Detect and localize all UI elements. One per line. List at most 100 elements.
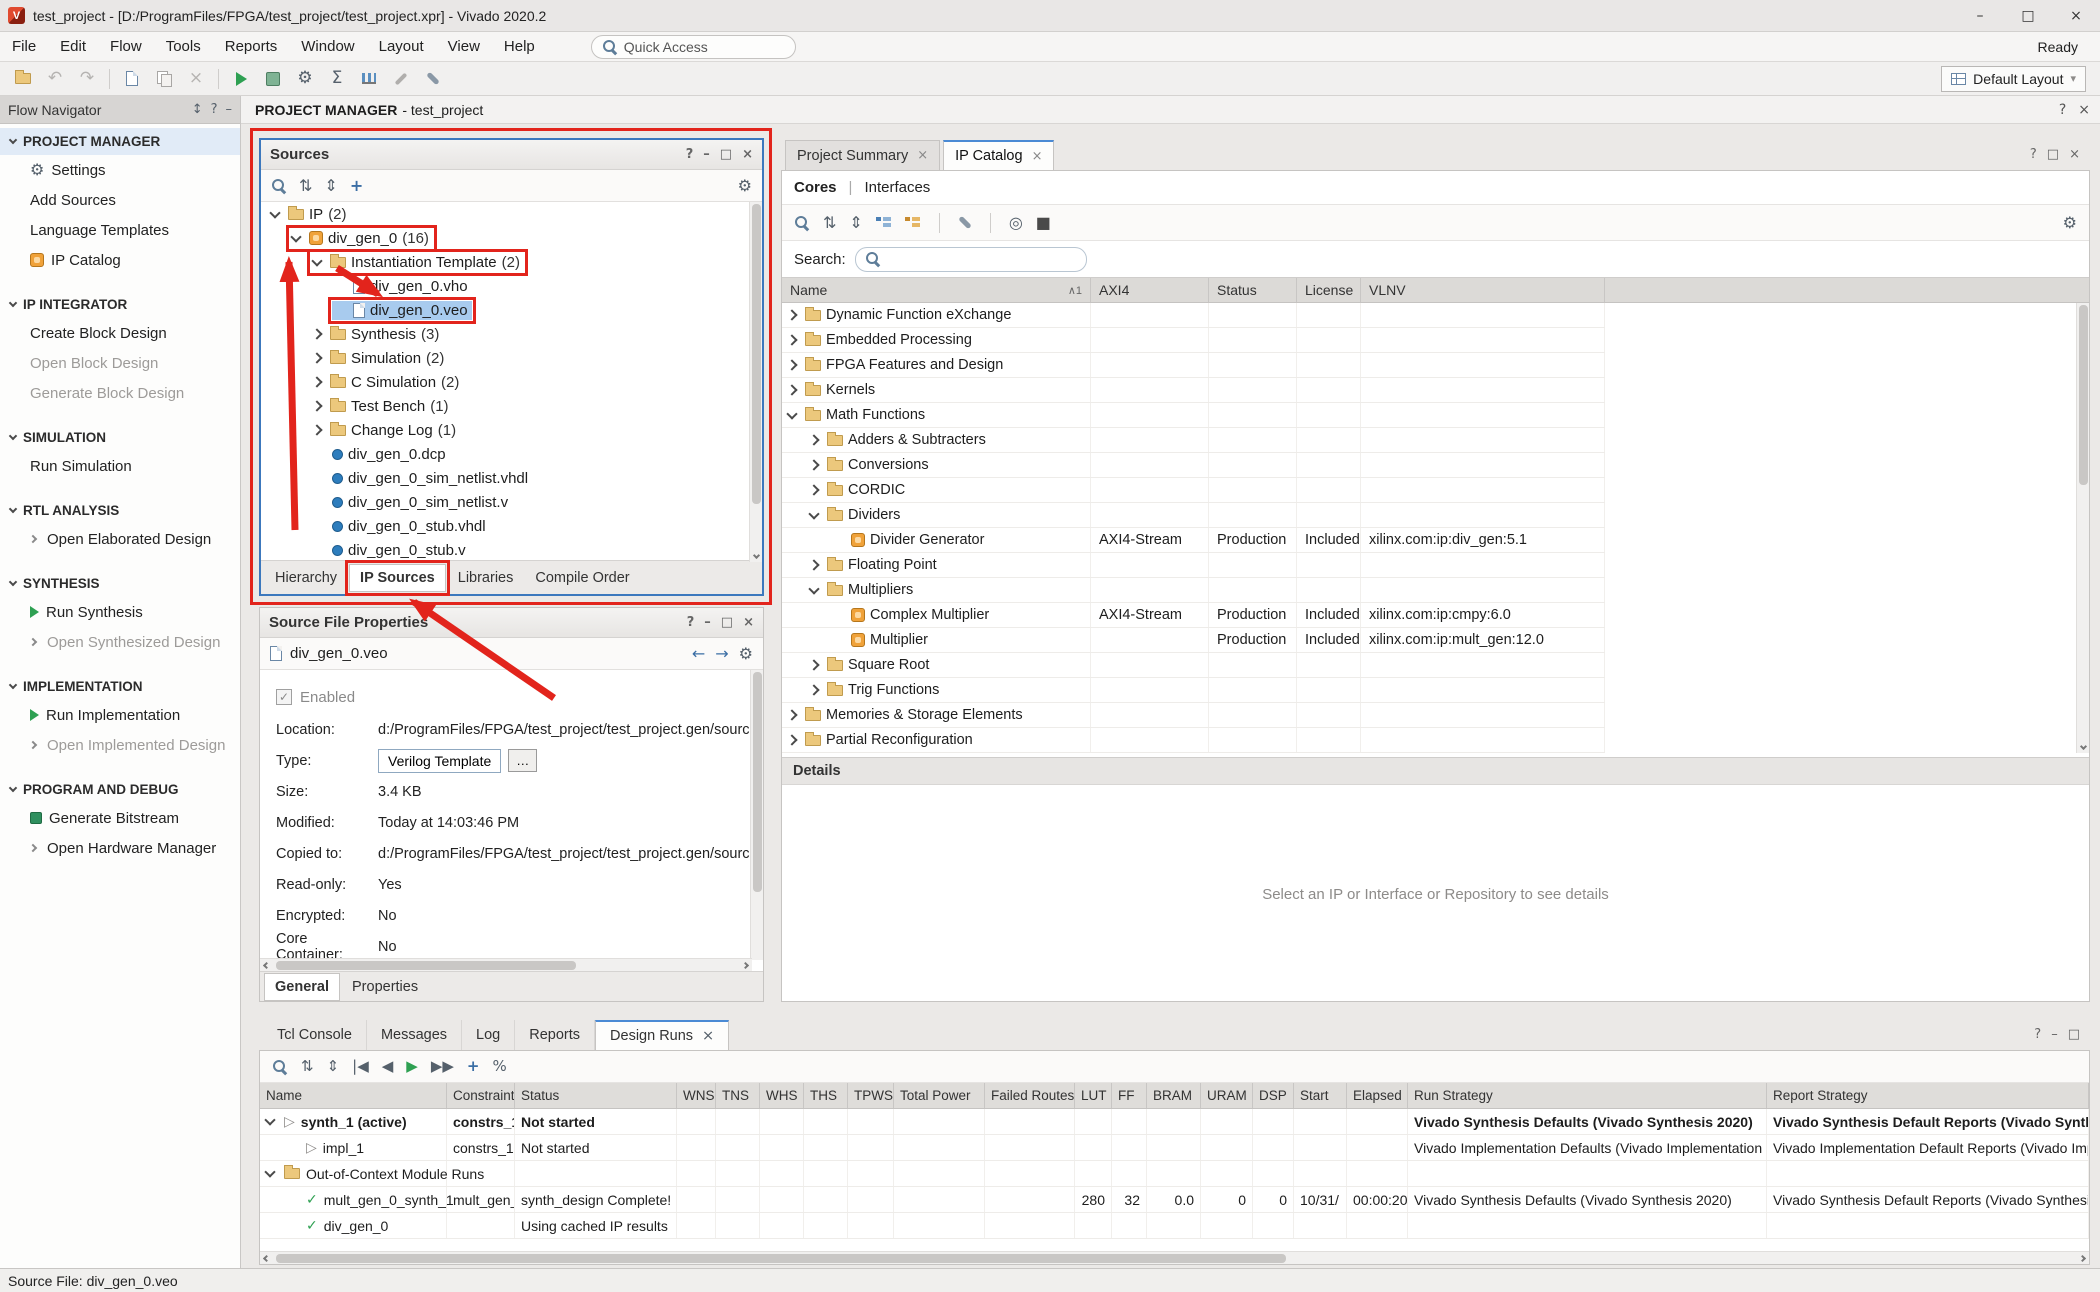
catalog-row-complex-multiplier[interactable]: Complex MultiplierAXI4-StreamProductionI… <box>782 603 1605 628</box>
tab-messages[interactable]: Messages <box>367 1020 462 1050</box>
collapse-all-icon[interactable]: ⇅ <box>299 178 312 194</box>
flow-item-generate-block-design[interactable]: Generate Block Design <box>0 378 240 408</box>
details-toggle-icon[interactable]: ■ <box>1036 215 1051 231</box>
chevron-right-icon[interactable] <box>786 384 797 395</box>
column-header-tns[interactable]: TNS <box>716 1083 760 1108</box>
help-icon[interactable]: ? <box>2034 1028 2041 1041</box>
tools-icon[interactable] <box>418 65 448 93</box>
subtab-interfaces[interactable]: Interfaces <box>864 179 930 196</box>
column-header-constraints[interactable]: Constraints <box>447 1083 515 1108</box>
menu-item-help[interactable]: Help <box>492 32 547 61</box>
run-row-div-gen-0[interactable]: ✓div_gen_0Using cached IP results <box>260 1213 2089 1239</box>
column-header-failed-routes[interactable]: Failed Routes <box>985 1083 1075 1108</box>
flow-section-rtl-analysis[interactable]: RTL ANALYSIS <box>0 497 240 524</box>
flow-item-ip-catalog[interactable]: IP Catalog <box>0 245 240 275</box>
settings-gear-icon[interactable]: ⚙ <box>739 646 753 662</box>
sources-tree-item-div-gen-0-veo[interactable]: div_gen_0.veo <box>261 298 762 322</box>
chevron-right-icon[interactable] <box>311 424 322 435</box>
scroll-down-button[interactable] <box>750 548 763 562</box>
edit-icon[interactable] <box>386 65 416 93</box>
flow-item-settings[interactable]: ⚙Settings <box>0 155 240 185</box>
chevron-down-icon[interactable] <box>311 255 322 266</box>
settings-gear-icon[interactable]: ⚙ <box>290 65 320 93</box>
menu-item-edit[interactable]: Edit <box>48 32 98 61</box>
scroll-right-button[interactable] <box>2076 1252 2089 1265</box>
tab-close-icon[interactable]: × <box>917 149 928 162</box>
layout-selector[interactable]: Default Layout ▾ <box>1941 66 2086 92</box>
column-header-ths[interactable]: THS <box>804 1083 848 1108</box>
sources-tab-compile-order[interactable]: Compile Order <box>525 565 639 591</box>
help-icon[interactable]: ? <box>686 148 694 161</box>
chevron-down-icon[interactable] <box>264 1114 275 1125</box>
menu-item-layout[interactable]: Layout <box>367 32 436 61</box>
expand-all-icon[interactable]: ⇕ <box>324 178 337 194</box>
chevron-right-icon[interactable] <box>786 709 797 720</box>
chevron-right-icon[interactable] <box>311 328 322 339</box>
column-header-dsp[interactable]: DSP <box>1253 1083 1294 1108</box>
chart-icon[interactable] <box>354 65 384 93</box>
sources-tab-libraries[interactable]: Libraries <box>448 565 524 591</box>
add-sources-icon[interactable]: + <box>350 178 363 194</box>
undo-icon[interactable]: ↶ <box>40 65 70 93</box>
flow-section-ip-integrator[interactable]: IP INTEGRATOR <box>0 291 240 318</box>
chevron-down-icon[interactable] <box>808 508 819 519</box>
catalog-row-floating-point[interactable]: Floating Point <box>782 553 1605 578</box>
back-icon[interactable]: ← <box>692 646 705 662</box>
catalog-row-fpga-features-and-design[interactable]: FPGA Features and Design <box>782 353 1605 378</box>
column-header-whs[interactable]: WHS <box>760 1083 804 1108</box>
scrollbar-thumb[interactable] <box>752 204 761 504</box>
sources-tree-item-instantiation-template[interactable]: Instantiation Template(2) <box>261 250 762 274</box>
search-icon[interactable] <box>271 178 287 194</box>
sources-tab-hierarchy[interactable]: Hierarchy <box>265 565 347 591</box>
column-header-uram[interactable]: URAM <box>1201 1083 1253 1108</box>
properties-tab-general[interactable]: General <box>264 973 340 1001</box>
scroll-down-button[interactable] <box>2077 739 2090 753</box>
sources-tab-ip-sources[interactable]: IP Sources <box>349 564 446 592</box>
flow-item-open-implemented-design[interactable]: Open Implemented Design <box>0 730 240 760</box>
flow-item-create-block-design[interactable]: Create Block Design <box>0 318 240 348</box>
flow-item-language-templates[interactable]: Language Templates <box>0 215 240 245</box>
run-row-mult-gen-0-synth-1[interactable]: ✓mult_gen_0_synth_1mult_gen_0synth_desig… <box>260 1187 2089 1213</box>
chevron-right-icon[interactable] <box>786 359 797 370</box>
step-back-icon[interactable]: ◀ <box>382 1059 394 1074</box>
menu-item-file[interactable]: File <box>0 32 48 61</box>
flow-item-run-synthesis[interactable]: Run Synthesis <box>0 597 240 627</box>
catalog-row-embedded-processing[interactable]: Embedded Processing <box>782 328 1605 353</box>
window-close-button[interactable]: × <box>2052 0 2100 31</box>
minimize-icon[interactable]: – <box>703 148 710 161</box>
sources-scrollbar[interactable] <box>749 202 762 562</box>
save-icon[interactable] <box>117 65 147 93</box>
flow-item-generate-bitstream[interactable]: Generate Bitstream <box>0 803 240 833</box>
create-runs-icon[interactable]: + <box>467 1059 480 1074</box>
reset-runs-icon[interactable]: |◀ <box>352 1059 369 1074</box>
menu-item-flow[interactable]: Flow <box>98 32 154 61</box>
flow-item-add-sources[interactable]: Add Sources <box>0 185 240 215</box>
column-header-bram[interactable]: BRAM <box>1147 1083 1201 1108</box>
run-row-out-of-context-module-runs[interactable]: Out-of-Context Module Runs <box>260 1161 2089 1187</box>
catalog-row-trig-functions[interactable]: Trig Functions <box>782 678 1605 703</box>
maximize-icon[interactable]: □ <box>2047 148 2059 161</box>
column-header-license[interactable]: License <box>1297 278 1361 302</box>
window-minimize-button[interactable]: – <box>1956 0 2004 31</box>
type-dropdown-button[interactable]: Verilog Template <box>378 749 501 773</box>
minimize-icon[interactable]: – <box>226 103 233 116</box>
catalog-row-adders-subtracters[interactable]: Adders & Subtracters <box>782 428 1605 453</box>
chevron-right-icon[interactable] <box>311 400 322 411</box>
help-icon[interactable]: ? <box>2030 148 2037 161</box>
catalog-search-box[interactable] <box>855 247 1087 272</box>
catalog-row-memories-storage-elements[interactable]: Memories & Storage Elements <box>782 703 1605 728</box>
flow-item-run-implementation[interactable]: Run Implementation <box>0 700 240 730</box>
column-header-elapsed[interactable]: Elapsed <box>1347 1083 1408 1108</box>
chevron-down-icon[interactable] <box>786 408 797 419</box>
chevron-right-icon[interactable] <box>786 334 797 345</box>
column-header-start[interactable]: Start <box>1294 1083 1347 1108</box>
catalog-row-divider-generator[interactable]: Divider GeneratorAXI4-StreamProductionIn… <box>782 528 1605 553</box>
sources-tree-item-div-gen-0-stub-v[interactable]: div_gen_0_stub.v <box>261 538 762 560</box>
column-header-ff[interactable]: FF <box>1112 1083 1147 1108</box>
run-icon[interactable] <box>226 65 256 93</box>
window-maximize-button[interactable]: □ <box>2004 0 2052 31</box>
flow-item-run-simulation[interactable]: Run Simulation <box>0 451 240 481</box>
close-icon[interactable]: × <box>2078 103 2090 117</box>
chevron-right-icon[interactable] <box>808 459 819 470</box>
copy-icon[interactable] <box>149 65 179 93</box>
